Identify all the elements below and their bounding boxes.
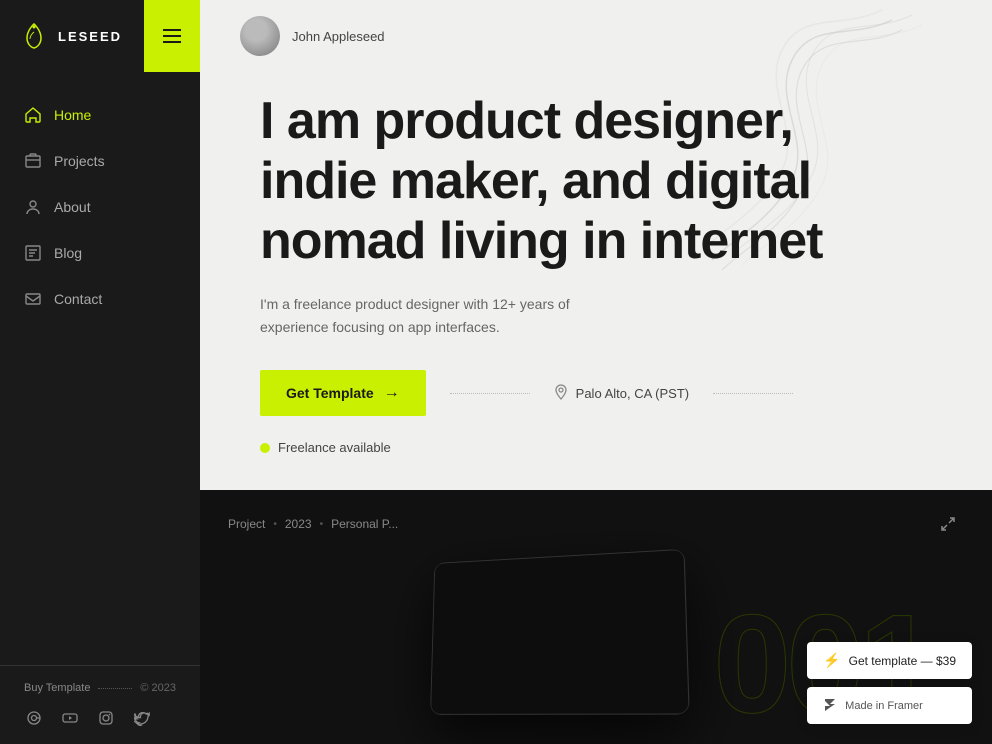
hamburger-line-2 (163, 35, 181, 37)
project-tag-1: Project (228, 517, 265, 531)
sidebar-item-about[interactable]: About (0, 184, 200, 230)
status-indicator (260, 443, 270, 453)
hero-headline: I am product designer, indie maker, and … (260, 92, 932, 271)
logo-text: LESEED (58, 29, 122, 44)
social-icons-row (24, 708, 176, 728)
sidebar-item-home-label: Home (54, 107, 91, 123)
tag-dot-1: • (273, 519, 277, 530)
made-in-framer-button[interactable]: Made in Framer (807, 687, 972, 724)
project-bar: Project • 2023 • Personal P... (228, 508, 964, 540)
meta-dots-1 (450, 393, 530, 394)
sidebar-nav: Home Projects About (0, 72, 200, 665)
framer-icon (823, 697, 837, 714)
hero-actions: Get Template → Palo Alto, CA (PST) Freel… (260, 370, 932, 455)
arrow-icon: → (384, 384, 400, 402)
sidebar-item-blog[interactable]: Blog (0, 230, 200, 276)
made-in-framer-label: Made in Framer (845, 700, 923, 712)
logo-icon (20, 22, 48, 50)
get-template-label: Get Template (286, 385, 374, 401)
sidebar-item-blog-label: Blog (54, 245, 82, 261)
sidebar-item-projects-label: Projects (54, 153, 105, 169)
blog-icon (24, 244, 42, 262)
device-screen (431, 550, 689, 714)
hero-section: John Appleseed I am product designer, in… (200, 0, 992, 490)
sidebar-item-contact[interactable]: Contact (0, 276, 200, 322)
floating-get-template-button[interactable]: ⚡ Get template — $39 (807, 642, 972, 679)
hero-subtitle: I'm a freelance product designer with 12… (260, 293, 640, 338)
email-social-icon[interactable] (24, 708, 44, 728)
sidebar-item-about-label: About (54, 199, 91, 215)
lightning-icon: ⚡ (823, 652, 840, 669)
device-body (430, 549, 690, 715)
headline-line2: indie maker, and digital (260, 152, 811, 210)
sidebar-item-home[interactable]: Home (0, 92, 200, 138)
buy-template-row: Buy Template © 2023 (24, 682, 176, 694)
contact-icon (24, 290, 42, 308)
status-meta: Freelance available (260, 440, 391, 455)
avatar-image (240, 16, 280, 56)
sidebar-item-projects[interactable]: Projects (0, 138, 200, 184)
twitter-social-icon[interactable] (132, 708, 152, 728)
tag-dot-2: • (320, 519, 324, 530)
menu-toggle-button[interactable] (144, 0, 200, 72)
status-text: Freelance available (278, 440, 391, 455)
floating-buttons: ⚡ Get template — $39 Made in Framer (807, 642, 972, 724)
headline-line1: I am product designer, (260, 92, 793, 150)
main-content: John Appleseed I am product designer, in… (200, 0, 992, 744)
expand-button[interactable] (932, 508, 964, 540)
sidebar-logo-area: LESEED (0, 0, 200, 72)
dots-separator (98, 688, 132, 689)
headline-line3: nomad living in internet (260, 212, 822, 270)
hero-top-bar: John Appleseed (200, 0, 992, 72)
sidebar: LESEED Home Proje (0, 0, 200, 744)
device-mockup (404, 534, 744, 744)
user-name: John Appleseed (292, 29, 385, 44)
hamburger-line-1 (163, 29, 181, 31)
project-tag-3: Personal P... (331, 517, 398, 531)
get-template-button[interactable]: Get Template → (260, 370, 426, 416)
location-text: Palo Alto, CA (PST) (576, 386, 689, 401)
hero-content: I am product designer, indie maker, and … (200, 72, 992, 485)
home-icon (24, 106, 42, 124)
floating-get-template-label: Get template — $39 (849, 654, 956, 668)
sidebar-footer: Buy Template © 2023 (0, 665, 200, 744)
meta-dots-2 (713, 393, 793, 394)
sidebar-item-contact-label: Contact (54, 291, 102, 307)
location-pin-icon (554, 384, 568, 403)
copyright-label: © 2023 (140, 682, 176, 694)
projects-icon (24, 152, 42, 170)
avatar (240, 16, 280, 56)
project-tag-2: 2023 (285, 517, 312, 531)
location-meta: Palo Alto, CA (PST) (554, 384, 689, 403)
buy-template-label[interactable]: Buy Template (24, 682, 90, 694)
instagram-social-icon[interactable] (96, 708, 116, 728)
youtube-social-icon[interactable] (60, 708, 80, 728)
about-icon (24, 198, 42, 216)
hamburger-line-3 (163, 41, 181, 43)
